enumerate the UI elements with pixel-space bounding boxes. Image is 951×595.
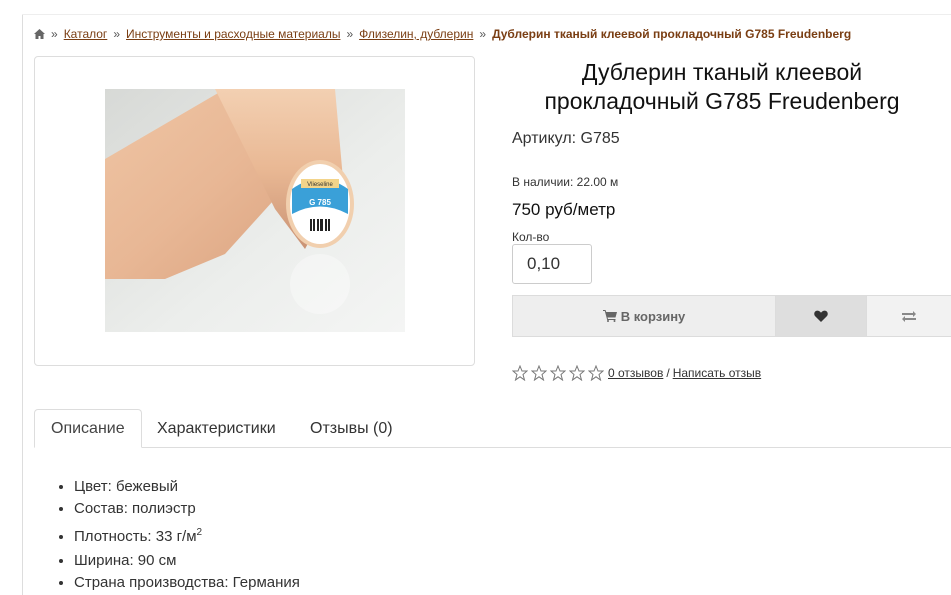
write-review-link[interactable]: Написать отзыв bbox=[673, 366, 761, 380]
breadcrumb-separator: » bbox=[346, 27, 354, 41]
heart-icon bbox=[814, 310, 828, 322]
reviews-count-link[interactable]: 0 отзывов bbox=[608, 366, 663, 380]
tab-reviews[interactable]: Отзывы (0) bbox=[294, 409, 409, 448]
product-price: 750 руб/метр bbox=[512, 200, 616, 219]
home-icon[interactable] bbox=[34, 29, 45, 39]
rating-separator: / bbox=[666, 366, 670, 380]
star-empty-icon bbox=[588, 365, 604, 381]
add-to-cart-label: В корзину bbox=[620, 308, 686, 324]
desc-width: Ширина: 90 см bbox=[74, 552, 177, 569]
star-empty-icon bbox=[512, 365, 528, 381]
list-item: Состав: полиэстр bbox=[74, 498, 300, 520]
product-actions: В корзину bbox=[512, 295, 951, 337]
content-border-left bbox=[22, 14, 23, 595]
list-item: Плотность: 33 г/м2 bbox=[74, 520, 300, 550]
product-title: Дублерин тканый клеевой прокладочный G78… bbox=[544, 59, 900, 114]
tab-description[interactable]: Описание bbox=[34, 409, 142, 448]
breadcrumb: » Каталог » Инструменты и расходные мате… bbox=[34, 27, 851, 41]
list-item: Цвет: бежевый bbox=[74, 476, 300, 498]
product-sku: Артикул: G785 bbox=[512, 130, 620, 147]
list-item: Ширина: 90 см bbox=[74, 550, 300, 572]
rating-row: 0 отзывов / Написать отзыв bbox=[512, 365, 761, 381]
add-to-cart-button[interactable]: В корзину bbox=[513, 296, 776, 336]
star-empty-icon bbox=[569, 365, 585, 381]
wishlist-button[interactable] bbox=[776, 296, 867, 336]
breadcrumb-interfacing[interactable]: Флизелин, дублерин bbox=[359, 27, 473, 41]
rating-stars bbox=[512, 365, 604, 381]
desc-density: Плотность: 33 г/м bbox=[74, 528, 197, 545]
product-image[interactable]: Vlieseline G 785 bbox=[105, 89, 405, 332]
breadcrumb-separator: » bbox=[51, 27, 58, 41]
cart-icon bbox=[602, 310, 617, 322]
list-item: Страна производства: Германия bbox=[74, 572, 300, 594]
breadcrumb-catalog[interactable]: Каталог bbox=[64, 27, 108, 41]
product-image-frame[interactable]: Vlieseline G 785 bbox=[34, 56, 475, 366]
star-empty-icon bbox=[550, 365, 566, 381]
quantity-input[interactable] bbox=[512, 244, 592, 284]
desc-density-sup: 2 bbox=[196, 527, 203, 538]
compare-button[interactable] bbox=[867, 296, 951, 336]
breadcrumb-tools[interactable]: Инструменты и расходные материалы bbox=[126, 27, 340, 41]
desc-color: Цвет: бежевый bbox=[74, 478, 179, 495]
product-code-mark: G 785 bbox=[309, 198, 331, 207]
product-brand-mark: Vlieseline bbox=[307, 182, 333, 188]
content-border-top bbox=[22, 14, 951, 15]
stock-status: В наличии: 22.00 м bbox=[512, 175, 619, 189]
breadcrumb-separator: » bbox=[113, 27, 120, 41]
breadcrumb-current: Дублерин тканый клеевой прокладочный G78… bbox=[492, 27, 852, 41]
star-empty-icon bbox=[531, 365, 547, 381]
quantity-label: Кол-во bbox=[512, 230, 550, 244]
description-list: Цвет: бежевый Состав: полиэстр Плотность… bbox=[74, 476, 300, 594]
tab-specifications[interactable]: Характеристики bbox=[141, 409, 292, 448]
desc-country: Страна производства: Германия bbox=[74, 574, 300, 591]
breadcrumb-separator: » bbox=[479, 27, 487, 41]
exchange-icon bbox=[902, 311, 916, 322]
desc-composition: Состав: полиэстр bbox=[74, 500, 196, 517]
